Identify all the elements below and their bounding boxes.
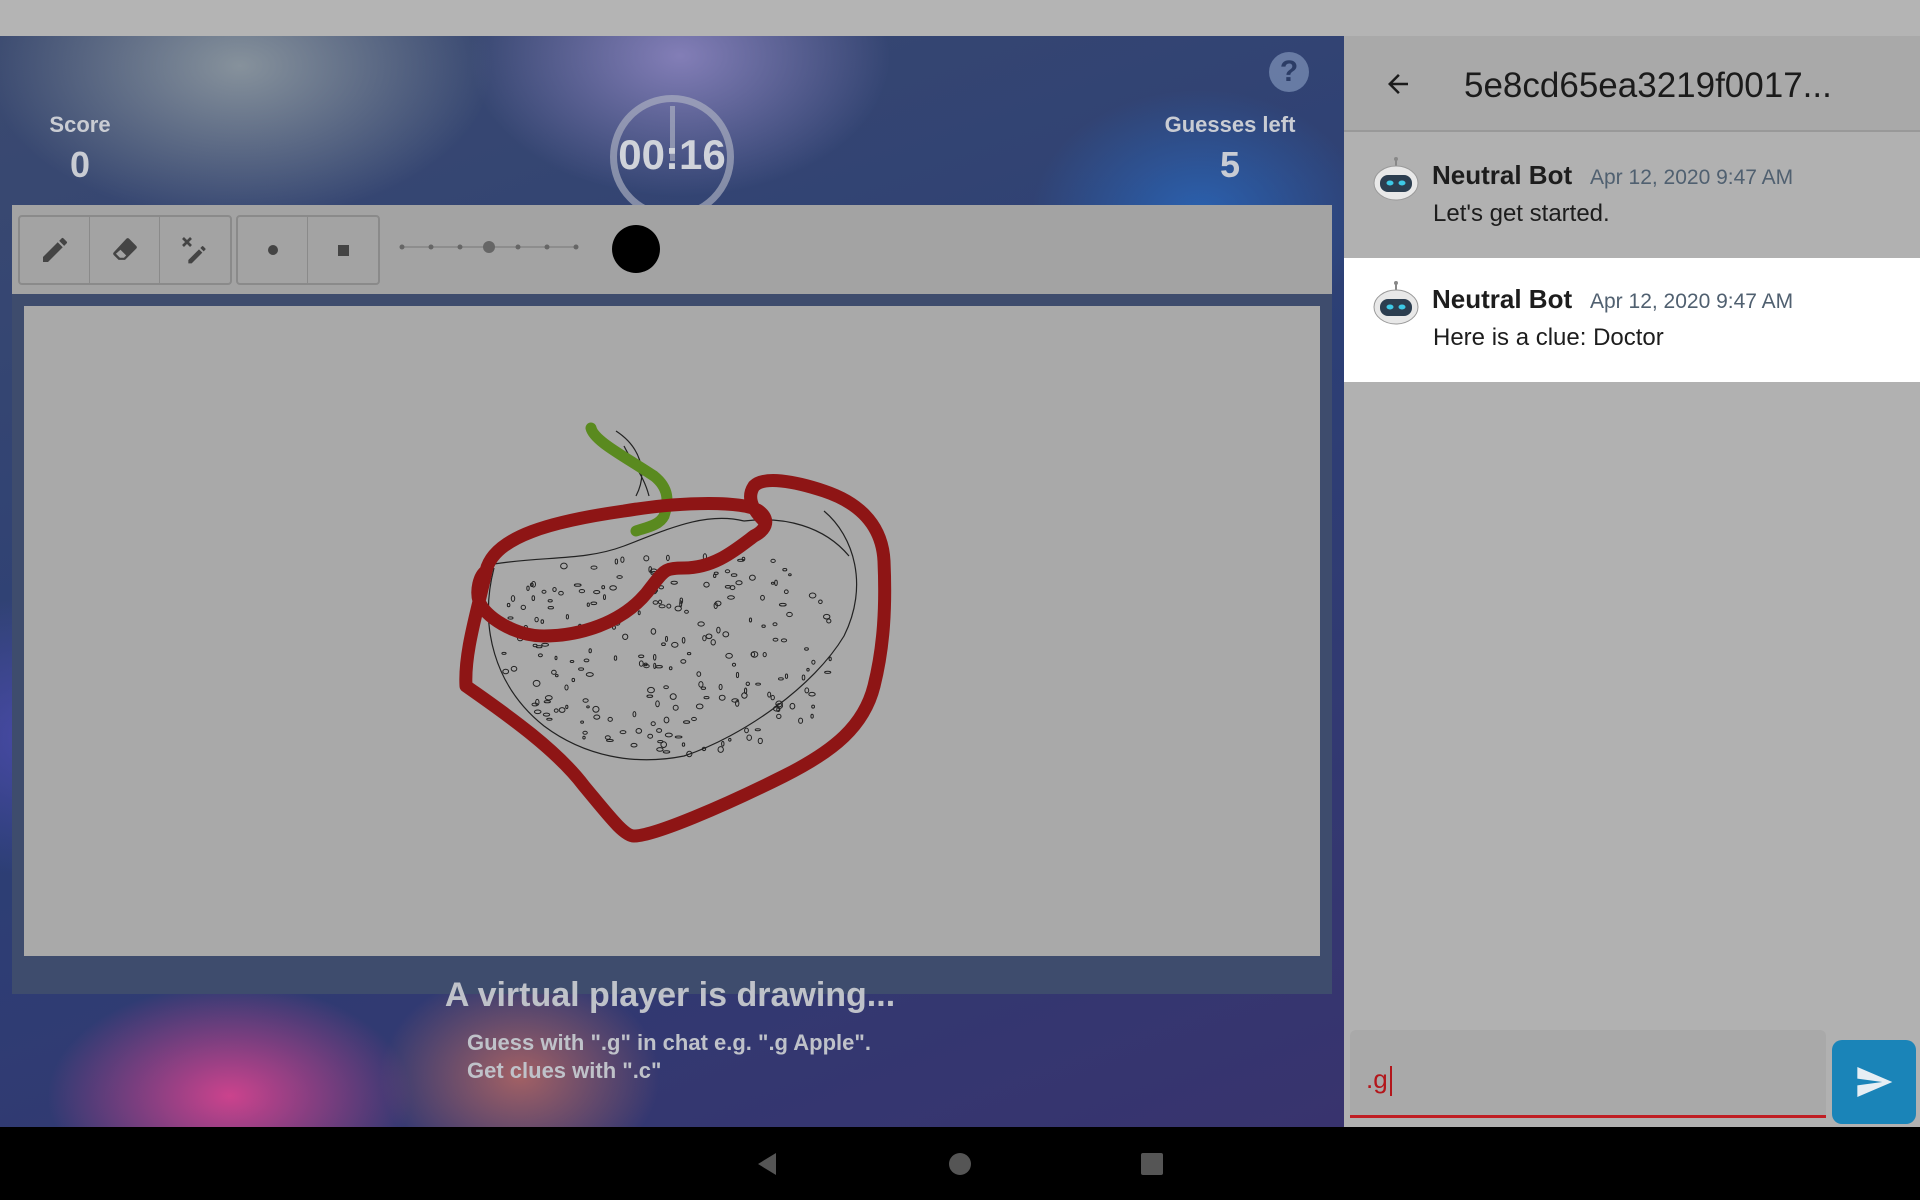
chat-message: Neutral Bot Apr 12, 2020 9:47 AM Let's g…: [1344, 134, 1920, 258]
brush-size-step[interactable]: [515, 244, 521, 250]
brush-size-step[interactable]: [483, 241, 495, 253]
guesses-left-value: 5: [1219, 144, 1241, 185]
triangle-back-icon: [758, 1153, 776, 1175]
circle-icon: [267, 245, 278, 255]
tool-group: [18, 215, 232, 285]
square-tip-button[interactable]: [308, 217, 378, 283]
chat-input-value: .g: [1366, 1064, 1388, 1094]
tip-shape-group: [236, 215, 380, 285]
square-recents-icon: [1141, 1153, 1163, 1175]
bot-avatar-icon: [1373, 157, 1419, 201]
selected-color-swatch[interactable]: [612, 225, 660, 273]
brush-size-slider[interactable]: [396, 237, 586, 257]
chat-input[interactable]: .g: [1350, 1030, 1826, 1118]
message-time: Apr 12, 2020 9:47 AM: [1590, 290, 1794, 313]
round-tip-button[interactable]: [238, 217, 308, 283]
square-icon: [337, 244, 349, 256]
chat-header: 5e8cd65ea3219f0017...: [1344, 36, 1920, 132]
timer: 00:16: [618, 131, 726, 178]
drawing-canvas: [24, 306, 1320, 956]
message-text: Let's get started.: [1433, 200, 1610, 227]
eraser-tool[interactable]: [90, 217, 160, 283]
nav-home-button[interactable]: [943, 1147, 977, 1181]
score-value: 0: [69, 144, 91, 185]
help-icon: ?: [1279, 55, 1299, 88]
eraser-icon: [112, 238, 137, 260]
brush-size-step[interactable]: [399, 244, 405, 250]
drawing-status-title: A virtual player is drawing...: [444, 976, 896, 1014]
chat-title: 5e8cd65ea3219f0017...: [1464, 66, 1832, 105]
system-nav-bar: [0, 1127, 1920, 1200]
bot-avatar-icon: [1373, 281, 1419, 325]
message-time: Apr 12, 2020 9:47 AM: [1590, 166, 1794, 189]
chat-panel: 5e8cd65ea3219f0017... Neutral Bot Apr 12…: [1344, 36, 1920, 1127]
chat-message: Neutral Bot Apr 12, 2020 9:47 AM Here is…: [1344, 258, 1920, 382]
circle-home-icon: [949, 1153, 971, 1175]
message-text: Here is a clue: Doctor: [1433, 324, 1664, 351]
guess-hint: Guess with ".g" in chat e.g. ".g Apple".: [467, 1030, 871, 1055]
game-area: ? Score 0 00:16 Guesses left 5 A virtual…: [0, 36, 1344, 1127]
brush-size-step[interactable]: [544, 244, 550, 250]
stroke-eraser-icon: [182, 237, 206, 264]
message-author: Neutral Bot: [1432, 284, 1573, 314]
text-caret: [1389, 1066, 1392, 1097]
brush-size-step[interactable]: [428, 244, 434, 250]
status-bar: [0, 0, 1920, 36]
stroke-eraser-tool[interactable]: [160, 217, 230, 283]
apple-drawing: [459, 422, 892, 843]
send-button[interactable]: [1832, 1040, 1916, 1124]
pencil-tool[interactable]: [20, 217, 90, 283]
brush-size-step[interactable]: [573, 244, 579, 250]
arrow-left-icon: [1388, 74, 1408, 94]
send-icon: [1857, 1067, 1893, 1097]
brush-size-step[interactable]: [457, 244, 463, 250]
clue-hint: Get clues with ".c": [467, 1058, 662, 1083]
message-author: Neutral Bot: [1432, 160, 1573, 190]
nav-back-button[interactable]: [750, 1147, 784, 1181]
help-button[interactable]: ?: [1269, 52, 1309, 92]
back-button[interactable]: [1378, 64, 1418, 104]
guesses-left-label: Guesses left: [1164, 112, 1296, 137]
pencil-icon: [42, 237, 67, 262]
nav-recents-button[interactable]: [1135, 1147, 1169, 1181]
score-label: Score: [49, 112, 111, 137]
